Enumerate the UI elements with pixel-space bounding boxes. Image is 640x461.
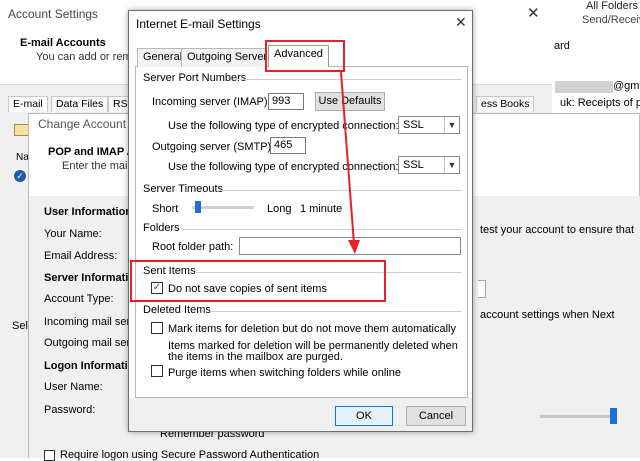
annotation-arrow <box>340 71 360 254</box>
